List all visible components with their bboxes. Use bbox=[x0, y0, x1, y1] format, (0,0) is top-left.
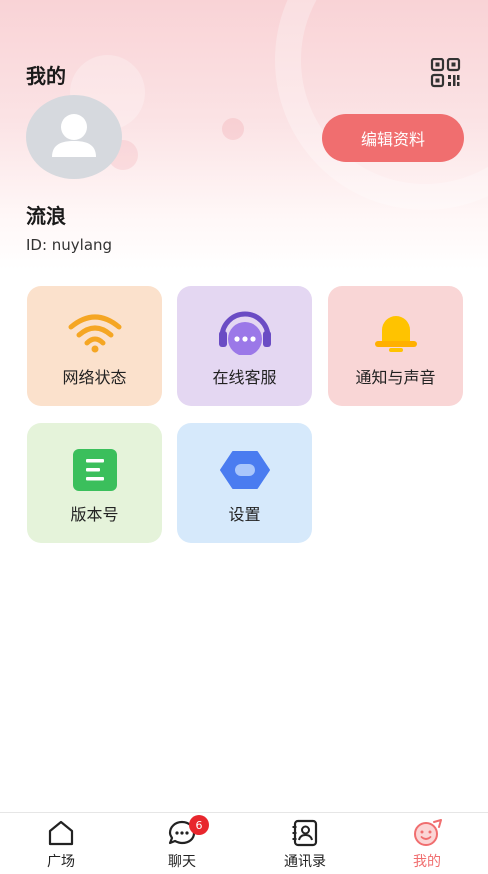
chat-icon: 6 bbox=[167, 815, 209, 847]
profile-face-icon bbox=[412, 819, 442, 847]
contacts-icon bbox=[290, 819, 320, 847]
profile-page: 我的 编辑资料 流浪 ID: nuylang 网络状态 在线客服 通知与声音 版… bbox=[0, 0, 488, 874]
wifi-icon bbox=[68, 312, 122, 354]
tab-label: 我的 bbox=[413, 854, 441, 870]
notification-sound-tile[interactable]: 通知与声音 bbox=[328, 286, 463, 406]
user-nickname: 流浪 bbox=[26, 204, 66, 228]
tab-chat[interactable]: 6 聊天 bbox=[142, 815, 222, 873]
tile-label: 通知与声音 bbox=[355, 368, 436, 387]
edit-profile-button[interactable]: 编辑资料 bbox=[322, 114, 464, 162]
tab-contacts[interactable]: 通讯录 bbox=[265, 819, 345, 873]
avatar[interactable] bbox=[26, 95, 122, 179]
version-tile[interactable]: 版本号 bbox=[27, 423, 162, 543]
bottom-tab-bar: 广场 6 聊天 通讯录 我的 bbox=[0, 812, 488, 874]
home-icon bbox=[46, 819, 76, 847]
tab-square[interactable]: 广场 bbox=[21, 819, 101, 873]
headset-icon bbox=[218, 311, 272, 355]
unread-badge: 6 bbox=[189, 815, 209, 835]
decorative-circle bbox=[275, 0, 488, 210]
user-avatar-icon bbox=[52, 114, 96, 157]
document-icon bbox=[68, 449, 122, 491]
user-id: ID: nuylang bbox=[26, 236, 113, 254]
qr-code-icon[interactable] bbox=[430, 57, 462, 88]
tab-label: 通讯录 bbox=[284, 854, 326, 870]
tile-label: 版本号 bbox=[70, 505, 119, 524]
tile-label: 设置 bbox=[228, 505, 261, 524]
tab-mine[interactable]: 我的 bbox=[387, 819, 467, 873]
decorative-circle bbox=[222, 118, 244, 140]
tab-label: 广场 bbox=[47, 854, 75, 870]
tile-label: 在线客服 bbox=[212, 368, 277, 387]
settings-tile[interactable]: 设置 bbox=[177, 423, 312, 543]
online-service-tile[interactable]: 在线客服 bbox=[177, 286, 312, 406]
network-status-tile[interactable]: 网络状态 bbox=[27, 286, 162, 406]
tile-label: 网络状态 bbox=[62, 368, 127, 387]
page-title: 我的 bbox=[26, 64, 66, 88]
bell-icon bbox=[369, 312, 423, 354]
tab-label: 聊天 bbox=[168, 854, 196, 870]
settings-icon bbox=[218, 449, 272, 491]
